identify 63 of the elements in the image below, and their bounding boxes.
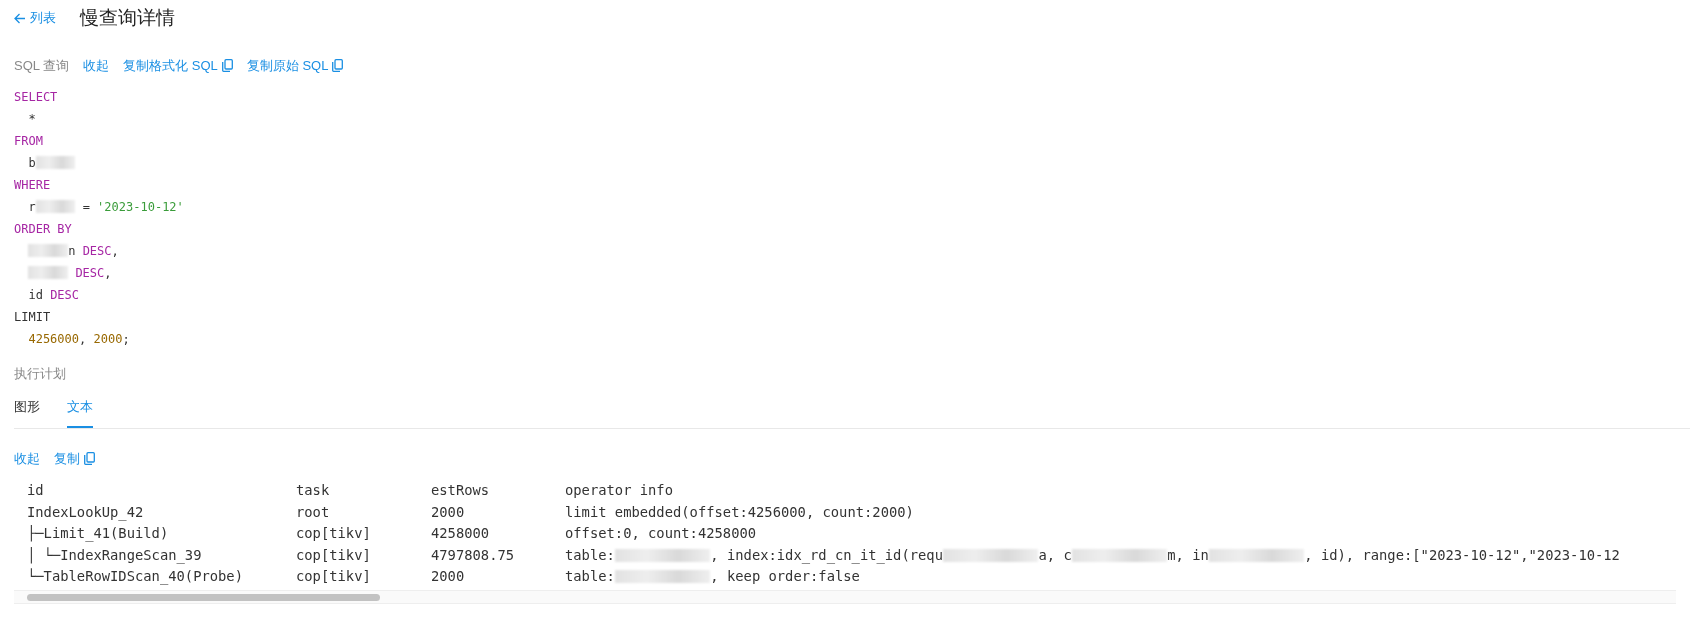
- code-token: ORDER BY: [14, 220, 72, 238]
- code-token: DESC: [82, 242, 112, 260]
- table-cell-text: 2000: [431, 567, 466, 587]
- action-link[interactable]: 复制原始 SQL: [246, 56, 344, 76]
- code-token: n: [68, 242, 77, 260]
- table-cell-text: 2000: [431, 502, 466, 522]
- action-link[interactable]: 复制: [54, 448, 95, 468]
- column-header: task: [296, 481, 331, 501]
- section-label: SQL 查询: [14, 57, 70, 75]
- code-token: '2023-10-12': [97, 198, 184, 216]
- action-link[interactable]: 复制格式化 SQL: [123, 56, 233, 76]
- table-cell-text: 4797808.75: [431, 545, 516, 565]
- plan-tab[interactable]: 文本: [67, 397, 93, 428]
- code-token: b: [27, 154, 36, 172]
- page-title: 慢查询详情: [80, 6, 175, 31]
- code-token: DESC: [50, 286, 80, 304]
- code-token: WHERE: [14, 176, 51, 194]
- redaction-blur: [35, 156, 76, 169]
- column-header: id: [27, 481, 45, 501]
- code-token: LIMIT: [14, 308, 51, 326]
- redaction-blur: [28, 266, 69, 279]
- code-token: ;: [122, 330, 130, 348]
- code-token: 2000: [93, 330, 123, 348]
- table-cell-text: cop[tikv]: [296, 524, 372, 544]
- code-token: table:: [565, 545, 615, 565]
- code-token: SELECT: [14, 88, 58, 106]
- code-token: ,: [111, 242, 119, 260]
- code-token: , id), range:["2023-10-12","2023-10-12: [1304, 545, 1620, 565]
- code-token: , keep order:false: [710, 567, 860, 587]
- table-cell-text: root: [296, 502, 331, 522]
- code-token: a, c: [1038, 545, 1072, 565]
- column-header: estRows: [431, 481, 491, 501]
- redaction-blur: [28, 244, 69, 257]
- table-cell-text: ├─Limit_41(Build): [27, 524, 170, 544]
- code-token: r: [27, 198, 36, 216]
- code-token: 4256000: [28, 330, 79, 348]
- action-link[interactable]: 收起: [14, 448, 40, 468]
- code-token: DESC: [74, 264, 105, 282]
- redaction-blur: [35, 200, 76, 213]
- back-link[interactable]: 列表: [14, 8, 56, 28]
- table-cell-text: │ └─IndexRangeScan_39: [27, 545, 203, 566]
- code-token: table:: [565, 567, 615, 587]
- code-token: =: [81, 198, 91, 216]
- table-cell-text: └─TableRowIDScan_40(Probe): [27, 567, 244, 587]
- code-token: , index:idx_rd_cn_it_id(requ: [710, 545, 943, 566]
- arrow-left-icon: [14, 12, 26, 24]
- code-token: limit embedded(offset:4256000, count:2000): [565, 502, 914, 522]
- code-token: ,: [79, 330, 88, 348]
- section-label: 执行计划: [14, 364, 67, 383]
- code-token: offset:0, count:4258000: [565, 524, 757, 544]
- table-cell-text: 4258000: [431, 524, 491, 544]
- column-header: operator info: [565, 481, 673, 501]
- action-link[interactable]: 收起: [83, 56, 110, 76]
- code-token: *: [27, 110, 36, 128]
- scrollbar[interactable]: [14, 589, 1676, 604]
- table-cell-text: cop[tikv]: [296, 567, 372, 587]
- code-token: ,: [104, 264, 112, 282]
- code-token: id: [27, 286, 44, 304]
- code-token: m, in: [1167, 545, 1209, 565]
- code-token: FROM: [14, 132, 43, 150]
- table-cell-text: IndexLookUp_42: [27, 502, 145, 523]
- plan-tab[interactable]: 图形: [14, 397, 40, 428]
- table-cell-text: cop[tikv]: [296, 545, 372, 565]
